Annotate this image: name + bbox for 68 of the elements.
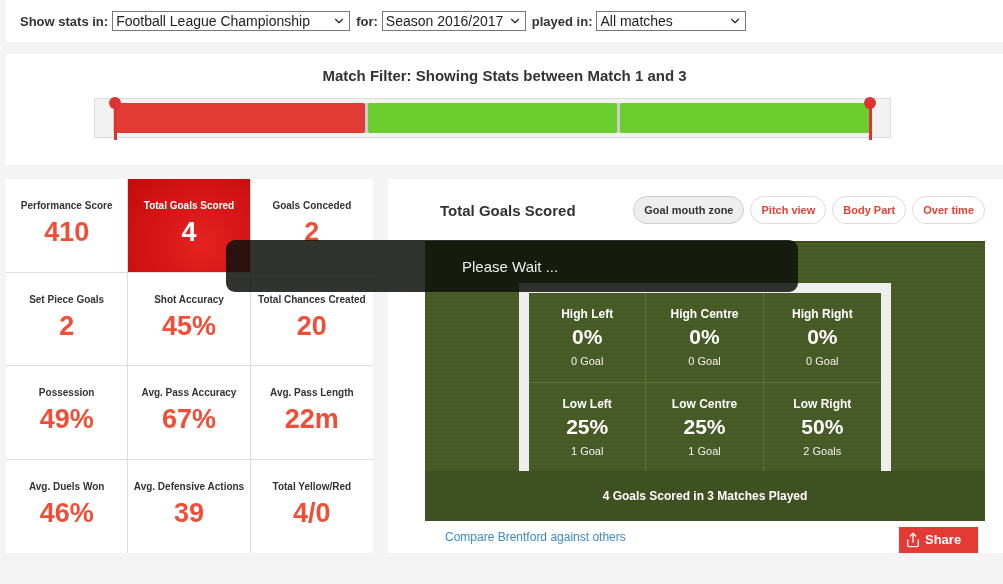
filter-title: Match Filter: Showing Stats between Match 1 and 3 xyxy=(322,67,687,84)
filter-label: for: xyxy=(356,13,378,29)
stat-value: 46% xyxy=(39,497,94,529)
loading-text: Please Wait ... xyxy=(462,257,559,275)
stat-value: 2 xyxy=(59,310,75,342)
dropdown[interactable]: Football League Championship xyxy=(112,11,351,31)
zone-goals: 0 Goal xyxy=(806,355,839,367)
stat-value: 45% xyxy=(161,310,216,342)
zone-goals: 0 Goal xyxy=(570,355,604,367)
stat-tile[interactable]: Total Goals Scored 4 xyxy=(128,179,251,273)
stat-label: Performance Score xyxy=(20,200,113,211)
filter-label: played in: xyxy=(531,13,593,29)
zone-percent: 0% xyxy=(807,325,838,349)
slider-handle[interactable] xyxy=(108,96,122,140)
panel-title: Total Goals Scored xyxy=(440,201,577,219)
stat-value: 39 xyxy=(173,497,204,529)
zone-name: High Right xyxy=(792,307,853,321)
stat-value: 4/0 xyxy=(293,497,331,529)
zone-percent: 25% xyxy=(683,414,726,439)
stat-value: 410 xyxy=(44,217,90,248)
zone-percent: 25% xyxy=(566,414,609,439)
zone-name: Low Centre xyxy=(671,396,738,411)
zone-percent: 0% xyxy=(689,325,720,349)
stat-tile[interactable]: Avg. Pass Accuracy 67% xyxy=(128,366,251,460)
zone-name: Low Right xyxy=(793,396,852,411)
view-tab[interactable]: Over time xyxy=(912,196,985,224)
zone-name: High Left xyxy=(561,307,614,321)
zone-name: High Centre xyxy=(670,307,739,321)
share-button[interactable]: Share xyxy=(899,526,978,553)
zone-goals: 1 Goal xyxy=(570,444,604,457)
stat-label: Set Piece Goals xyxy=(29,293,105,305)
stat-label: Goals Conceded xyxy=(272,200,352,211)
stat-label: Avg. Duels Won xyxy=(28,480,105,492)
stat-label: Avg. Pass Length xyxy=(270,387,354,398)
zone-percent: 0% xyxy=(572,325,603,349)
dropdown[interactable]: Season 2016/2017 xyxy=(381,11,526,31)
range-slider[interactable] xyxy=(94,98,891,138)
stat-value: 2 xyxy=(304,217,320,248)
zone-goals: 2 Goals xyxy=(803,444,842,457)
stat-tile[interactable]: Set Piece Goals 2 xyxy=(6,272,129,366)
stat-label: Avg. Pass Accuracy xyxy=(141,387,237,398)
stat-label: Total Chances Created xyxy=(258,293,366,305)
stat-value: 49% xyxy=(39,404,94,435)
stat-value: 4 xyxy=(181,217,197,248)
stat-label: Total Goals Scored xyxy=(143,200,235,211)
view-tab[interactable]: Goal mouth zone xyxy=(633,196,745,224)
goals-summary: 4 Goals Scored in 3 Matches Played xyxy=(602,489,808,503)
zone-goals: 1 Goal xyxy=(688,444,721,457)
zone-goals: 0 Goal xyxy=(688,355,721,367)
zone-percent: 50% xyxy=(801,414,844,439)
stat-tile[interactable]: Possession 49% xyxy=(6,366,129,460)
stat-tile[interactable]: Performance Score 410 xyxy=(6,179,129,273)
zone-name: Low Left xyxy=(562,396,612,411)
filter-label: Show stats in: xyxy=(20,13,109,29)
view-tab[interactable]: Body Part xyxy=(832,196,907,224)
view-tab[interactable]: Pitch view xyxy=(750,196,827,224)
compare-link[interactable]: Compare Brentford against others xyxy=(445,529,626,544)
stat-label: Possession xyxy=(38,387,95,398)
dropdown[interactable]: All matches xyxy=(596,11,747,31)
share-icon xyxy=(905,531,921,548)
stat-value: 20 xyxy=(296,310,327,342)
stat-value: 67% xyxy=(161,404,216,435)
stat-label: Shot Accuracy xyxy=(154,293,224,305)
stat-tile[interactable]: Shot Accuracy 45% xyxy=(128,272,251,366)
stat-label: Total Yellow/Red xyxy=(272,480,352,492)
slider-handle[interactable] xyxy=(863,96,877,140)
stat-value: 22m xyxy=(284,404,339,435)
stat-label: Avg. Defensive Actions xyxy=(133,480,245,492)
